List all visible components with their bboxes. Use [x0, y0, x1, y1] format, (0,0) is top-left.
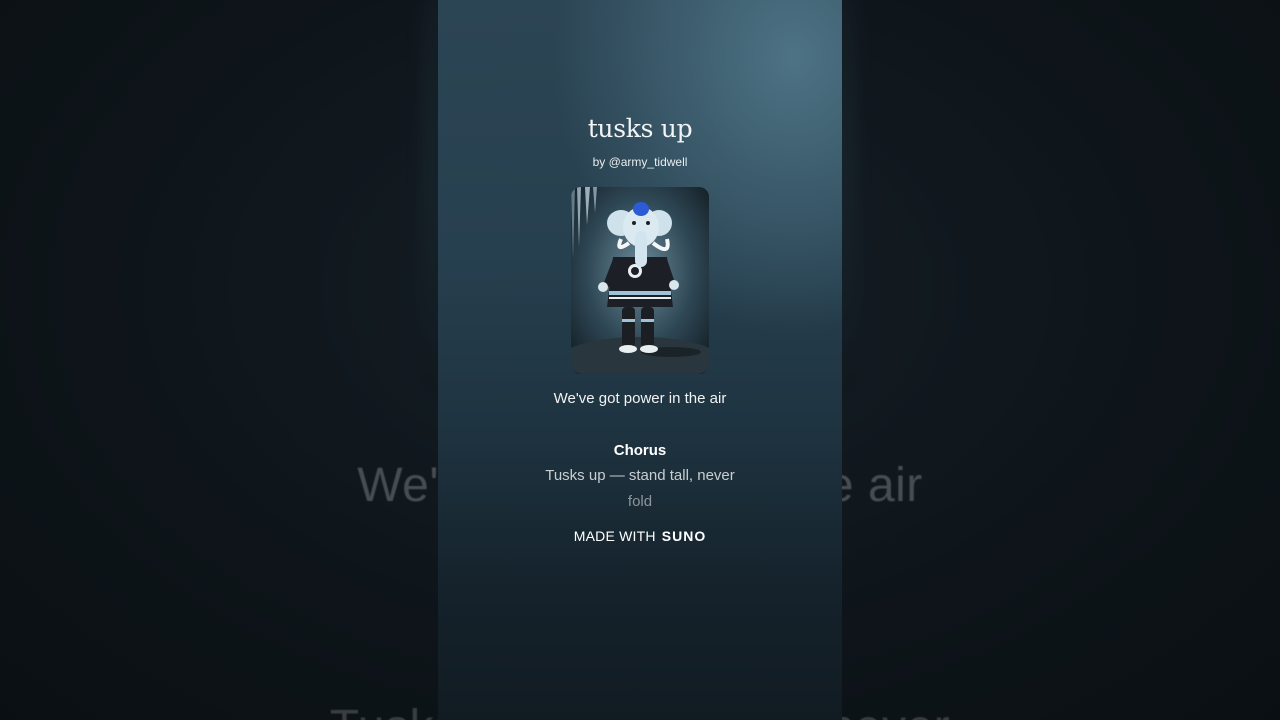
lyric-section-heading: Chorus	[613, 442, 667, 459]
made-with-label: MADE WITH	[573, 528, 656, 544]
made-with-suno-badge[interactable]: MADE WITH SUNO	[438, 528, 842, 544]
cover-art	[571, 187, 709, 374]
mammoth-mascot-icon	[571, 187, 709, 374]
suno-brand: SUNO	[661, 528, 707, 544]
current-lyric-line: We've got power in the air	[553, 390, 727, 407]
next-lyric-line-continued: fold	[627, 493, 653, 510]
next-lyric-line: Tusks up — stand tall, never	[545, 467, 735, 484]
song-card: tusks up by @army_tidwell We've got powe…	[438, 0, 842, 720]
song-title: tusks up	[587, 114, 693, 143]
artist-byline[interactable]: by @army_tidwell	[438, 155, 842, 169]
